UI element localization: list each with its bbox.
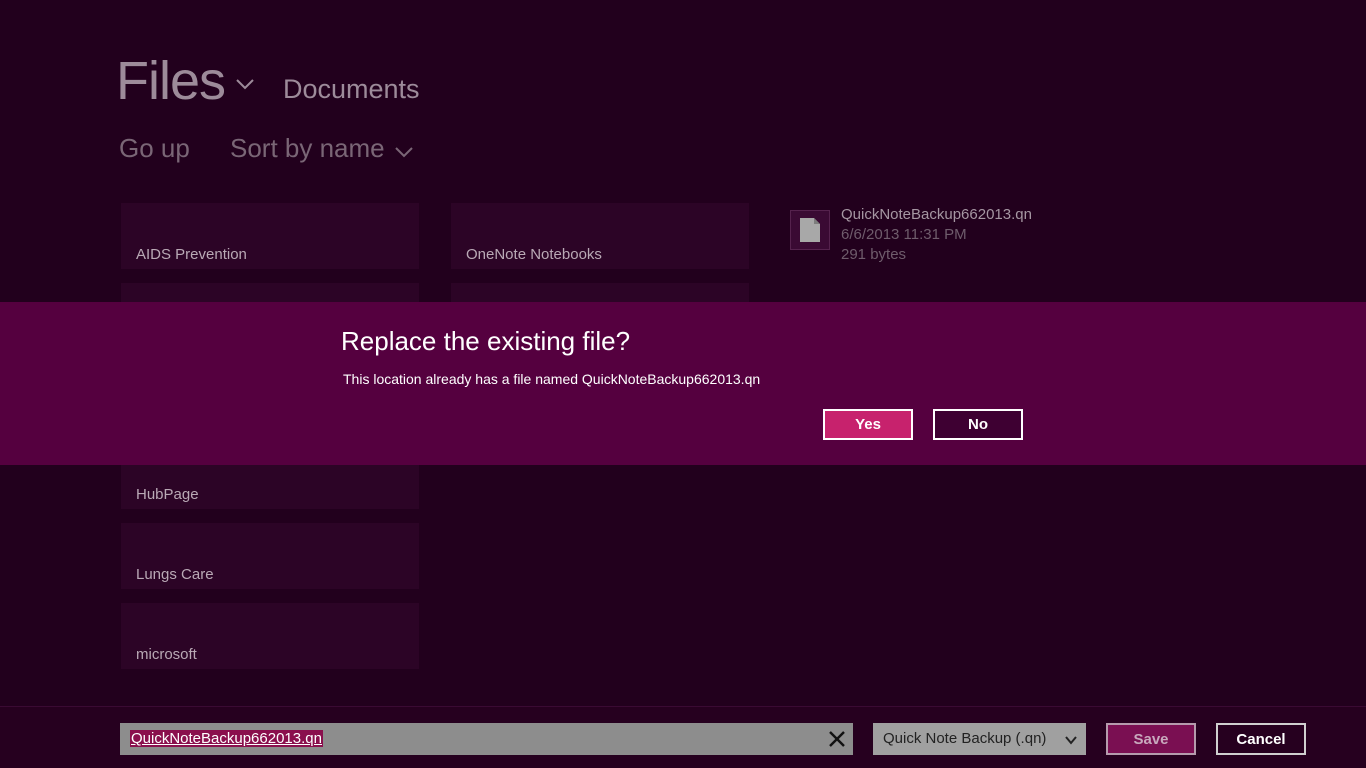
file-item[interactable]: QuickNoteBackup662013.qn 6/6/2013 11:31 … [790,206,1090,268]
document-icon [800,218,820,242]
file-name: QuickNoteBackup662013.qn [841,206,1032,223]
folder-tile[interactable]: OneNote Notebooks [451,203,749,269]
close-icon[interactable] [825,727,849,751]
chevron-down-icon [1065,736,1077,745]
cancel-button[interactable]: Cancel [1216,723,1306,755]
page-title: Files [116,51,226,111]
filename-input[interactable]: QuickNoteBackup662013.qn [120,723,853,755]
file-thumbnail [790,210,830,250]
dialog-title: Replace the existing file? [341,326,631,356]
file-date: 6/6/2013 11:31 PM [841,226,967,243]
current-location[interactable]: Documents [283,74,420,105]
file-type-select[interactable]: Quick Note Backup (.qn) [873,723,1086,755]
folder-label: OneNote Notebooks [466,246,602,263]
folder-label: AIDS Prevention [136,246,247,263]
folder-tile[interactable]: AIDS Prevention [121,203,419,269]
sort-by-button[interactable]: Sort by name [230,133,385,164]
file-save-picker: Files Documents Go up Sort by name AIDS … [0,0,1366,768]
replace-file-dialog: Replace the existing file? This location… [0,302,1366,465]
chevron-down-icon[interactable] [392,143,416,163]
save-bar: QuickNoteBackup662013.qn Quick Note Back… [0,706,1366,768]
folder-label: Lungs Care [136,566,214,583]
dialog-message: This location already has a file named Q… [343,371,761,387]
folder-tile[interactable]: Lungs Care [121,523,419,589]
folder-label: HubPage [136,486,199,503]
go-up-button[interactable]: Go up [119,133,190,164]
no-button[interactable]: No [933,409,1023,440]
folder-label: microsoft [136,646,197,663]
filename-value[interactable]: QuickNoteBackup662013.qn [130,730,323,747]
save-button[interactable]: Save [1106,723,1196,755]
yes-button[interactable]: Yes [823,409,913,440]
chevron-down-icon[interactable] [233,72,257,96]
folder-tile[interactable]: microsoft [121,603,419,669]
file-type-value: Quick Note Backup (.qn) [883,730,1047,747]
file-size: 291 bytes [841,246,907,263]
